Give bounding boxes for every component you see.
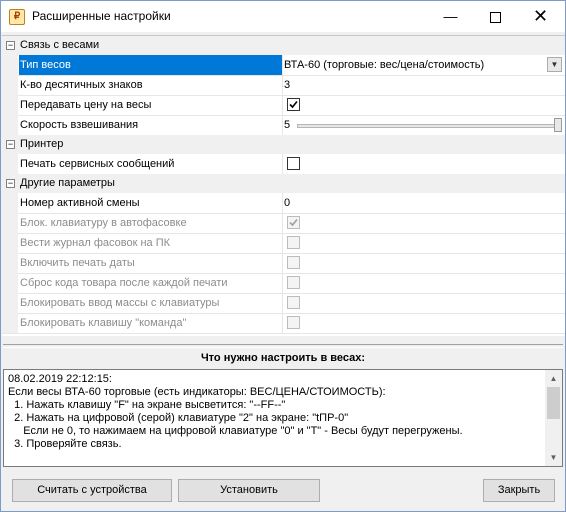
send-price-checkbox[interactable] — [287, 98, 300, 111]
scrollbar-thumb[interactable] — [547, 387, 560, 419]
decimals-value[interactable]: 3 — [284, 75, 565, 95]
app-icon: ₽ — [9, 9, 25, 25]
row-label: Блок. клавиатуру в автофасовке — [20, 217, 187, 229]
lock-mass-checkbox — [287, 296, 300, 309]
scroll-down-icon[interactable]: ▼ — [545, 449, 562, 466]
row-label: Сброс кода товара после каждой печати — [20, 277, 228, 289]
window-title: Расширенные настройки — [32, 9, 171, 23]
category-label: Принтер — [20, 138, 64, 150]
row-lock-command: Блокировать клавишу "команда" — [2, 313, 565, 334]
row-gutter — [2, 55, 18, 75]
info-line: 2. Нажать на цифровой (серой) клавиатуре… — [8, 412, 349, 424]
collapse-icon[interactable]: − — [6, 179, 15, 188]
row-label: Вести журнал фасовок на ПК — [20, 237, 171, 249]
print-date-checkbox — [287, 256, 300, 269]
column-divider — [282, 95, 283, 115]
row-label: Передавать цену на весы — [20, 99, 152, 111]
apply-button[interactable]: Установить — [178, 479, 320, 502]
column-divider — [282, 75, 283, 95]
column-divider — [282, 253, 283, 273]
row-label: Блокировать клавишу "команда" — [20, 317, 187, 329]
row-scale-type[interactable]: Тип весов ВТА-60 (торговые: вес/цена/сто… — [2, 55, 565, 76]
category-label: Связь с весами — [20, 39, 100, 51]
row-shift-number[interactable]: Номер активной смены 0 — [2, 193, 565, 214]
info-line: Если не 0, то нажимаем на цифровой клави… — [8, 425, 463, 437]
print-service-checkbox[interactable] — [287, 157, 300, 170]
check-icon — [289, 218, 298, 227]
shift-number-value[interactable]: 0 — [284, 193, 565, 213]
vertical-scrollbar[interactable]: ▲ ▼ — [545, 370, 562, 466]
info-header: Что нужно настроить в весах: — [200, 352, 366, 364]
row-gutter — [2, 213, 18, 233]
row-print-service[interactable]: Печать сервисных сообщений — [2, 154, 565, 175]
collapse-icon[interactable]: − — [6, 140, 15, 149]
column-divider — [282, 293, 283, 313]
lock-command-checkbox — [287, 316, 300, 329]
collapse-icon[interactable]: − — [6, 41, 15, 50]
row-speed[interactable]: Скорость взвешивания 5 — [2, 115, 565, 136]
chevron-down-icon[interactable]: ▼ — [547, 57, 562, 72]
info-line: 3. Проверяйте связь. — [8, 438, 122, 450]
column-divider — [282, 115, 283, 135]
category-label: Другие параметры — [20, 177, 115, 189]
read-from-device-button[interactable]: Считать с устройства — [12, 479, 172, 502]
journal-checkbox — [287, 236, 300, 249]
row-label: Печать сервисных сообщений — [20, 158, 175, 170]
row-label: Тип весов — [19, 55, 282, 75]
splitter[interactable] — [3, 344, 563, 348]
row-journal: Вести журнал фасовок на ПК — [2, 233, 565, 254]
row-gutter — [2, 193, 18, 213]
property-grid: − Связь с весами Тип весов ВТА-60 (торго… — [2, 35, 565, 336]
reset-code-checkbox — [287, 276, 300, 289]
row-label: Скорость взвешивания — [20, 119, 139, 131]
check-icon — [289, 100, 298, 109]
column-divider — [282, 233, 283, 253]
column-divider — [282, 273, 283, 293]
category-scale-connection[interactable]: − Связь с весами — [2, 36, 565, 55]
close-button[interactable]: Закрыть — [483, 479, 555, 502]
row-gutter — [2, 95, 18, 115]
row-label: Включить печать даты — [20, 257, 135, 269]
row-gutter — [2, 293, 18, 313]
column-divider — [282, 313, 283, 333]
row-decimals[interactable]: К-во десятичных знаков 3 — [2, 75, 565, 96]
close-window-button[interactable]: ✕ — [518, 1, 563, 32]
row-label: Блокировать ввод массы с клавиатуры — [20, 297, 220, 309]
row-gutter — [2, 154, 18, 174]
speed-slider-track[interactable] — [297, 124, 561, 128]
row-gutter — [2, 233, 18, 253]
column-divider — [282, 193, 283, 213]
speed-value: 5 — [284, 119, 291, 131]
category-printer[interactable]: − Принтер — [2, 135, 565, 154]
row-gutter — [2, 75, 18, 95]
category-other[interactable]: − Другие параметры — [2, 174, 565, 193]
column-divider — [282, 213, 283, 233]
scroll-up-icon[interactable]: ▲ — [545, 370, 562, 387]
lock-keyboard-checkbox — [287, 216, 300, 229]
column-divider — [282, 55, 283, 75]
row-gutter — [2, 273, 18, 293]
settings-window: ₽ Расширенные настройки — ✕ − Связь с ве… — [0, 0, 566, 512]
column-divider — [282, 154, 283, 174]
row-lock-keyboard: Блок. клавиатуру в автофасовке — [2, 213, 565, 234]
row-print-date: Включить печать даты — [2, 253, 565, 274]
title-bar: ₽ Расширенные настройки — ✕ — [1, 1, 565, 32]
scale-type-value[interactable]: ВТА-60 (торговые: вес/цена/стоимость) — [284, 55, 565, 75]
row-gutter — [2, 253, 18, 273]
minimize-button[interactable]: — — [428, 1, 473, 32]
row-send-price[interactable]: Передавать цену на весы — [2, 95, 565, 116]
info-line: 08.02.2019 22:12:15: — [8, 373, 112, 385]
maximize-button[interactable] — [473, 1, 518, 32]
row-reset-code: Сброс кода товара после каждой печати — [2, 273, 565, 294]
info-textbox[interactable]: 08.02.2019 22:12:15: Если весы ВТА-60 то… — [3, 369, 563, 467]
row-gutter — [2, 313, 18, 333]
maximize-icon — [490, 11, 501, 23]
row-label: К-во десятичных знаков — [20, 79, 143, 91]
speed-slider-thumb[interactable] — [554, 118, 562, 132]
info-line: Если весы ВТА-60 торговые (есть индикато… — [8, 386, 386, 398]
row-gutter — [2, 115, 18, 135]
row-lock-mass: Блокировать ввод массы с клавиатуры — [2, 293, 565, 314]
info-line: 1. Нажать клавишу "F" на экране высветит… — [8, 399, 286, 411]
row-label: Номер активной смены — [20, 197, 140, 209]
